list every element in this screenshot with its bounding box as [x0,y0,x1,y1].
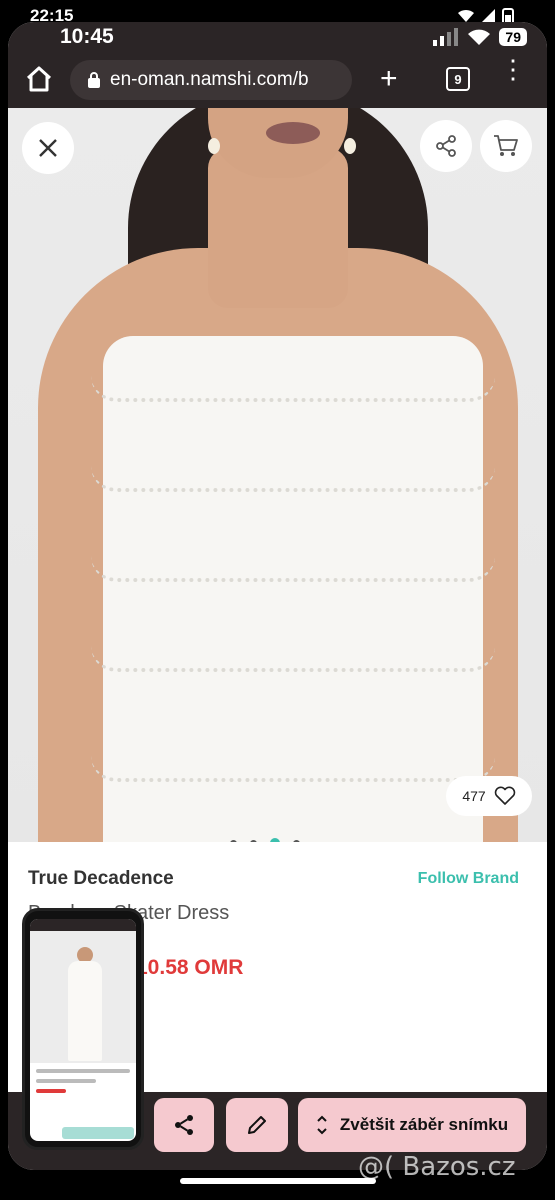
expand-vertical-icon [317,1115,327,1135]
cart-button[interactable] [480,120,532,172]
thumbnail-button [62,1127,134,1139]
earring-right [344,138,356,154]
address-bar[interactable]: en-oman.namshi.com/b [70,60,352,100]
edit-screenshot-button[interactable] [226,1098,288,1152]
dress [91,336,495,842]
url-text: en-oman.namshi.com/b [110,69,309,90]
signal-bars-icon [433,28,459,46]
heart-icon [494,786,515,805]
dress-ruffle [91,646,495,672]
lock-icon [88,72,100,88]
product-price: 10.58 OMR [136,956,244,979]
thumbnail-text-lines [36,1069,130,1099]
watermark: @( Bazos.cz [358,1152,516,1182]
model-lips [266,122,320,144]
tabs-count-button[interactable]: 9 [446,67,470,91]
browser-toolbar: en-oman.namshi.com/b + 9 ⋮ [8,52,547,108]
inner-status-bar: 10:45 79 [8,22,547,52]
home-icon[interactable] [24,64,54,94]
share-button[interactable] [420,120,472,172]
wifi-icon [468,29,491,45]
likes-count: 477 [462,788,486,804]
follow-brand-button[interactable]: Follow Brand [418,870,519,888]
dress-ruffle [91,466,495,492]
new-tab-icon[interactable]: + [380,64,398,94]
inner-clock: 10:45 [60,25,114,48]
dress-ruffle [91,756,495,782]
screenshot-thumbnail[interactable] [22,908,144,1150]
thumbnail-screen [30,919,136,1141]
thumbnail-image [30,931,136,1063]
home-indicator[interactable] [180,1178,376,1184]
thumbnail-line [36,1069,130,1073]
thumbnail-model-dress [68,961,102,1061]
thumbnail-line [36,1079,96,1083]
wishlist-button[interactable]: 477 [446,776,532,816]
expand-capture-label: Zvětšit záběr snímku [339,1115,509,1134]
signal-icon [481,9,495,23]
close-icon [39,139,57,157]
close-button[interactable] [22,122,74,174]
thumbnail-price-line [36,1089,66,1093]
earring-left [208,138,220,154]
more-menu-icon[interactable]: ⋮ [500,56,526,82]
expand-capture-button[interactable]: Zvětšit záběr snímku [298,1098,526,1152]
thumbnail-toolbar [30,919,136,931]
cart-icon [494,135,518,156]
brand-name[interactable]: True Decadence [28,868,174,890]
share-icon [436,135,456,157]
dress-ruffle [91,376,495,402]
wifi-icon [458,9,474,22]
screenshot-frame: 22:15 10:45 79 en-oman.namshi.com/b + 9 … [0,0,555,1200]
inner-status-icons: 79 [433,28,527,46]
product-image[interactable]: 477 [8,108,547,842]
pencil-icon [248,1116,266,1134]
dress-ruffle [91,556,495,582]
share-screenshot-button[interactable] [154,1098,214,1152]
share-icon [175,1115,193,1135]
battery-indicator: 79 [499,28,527,46]
